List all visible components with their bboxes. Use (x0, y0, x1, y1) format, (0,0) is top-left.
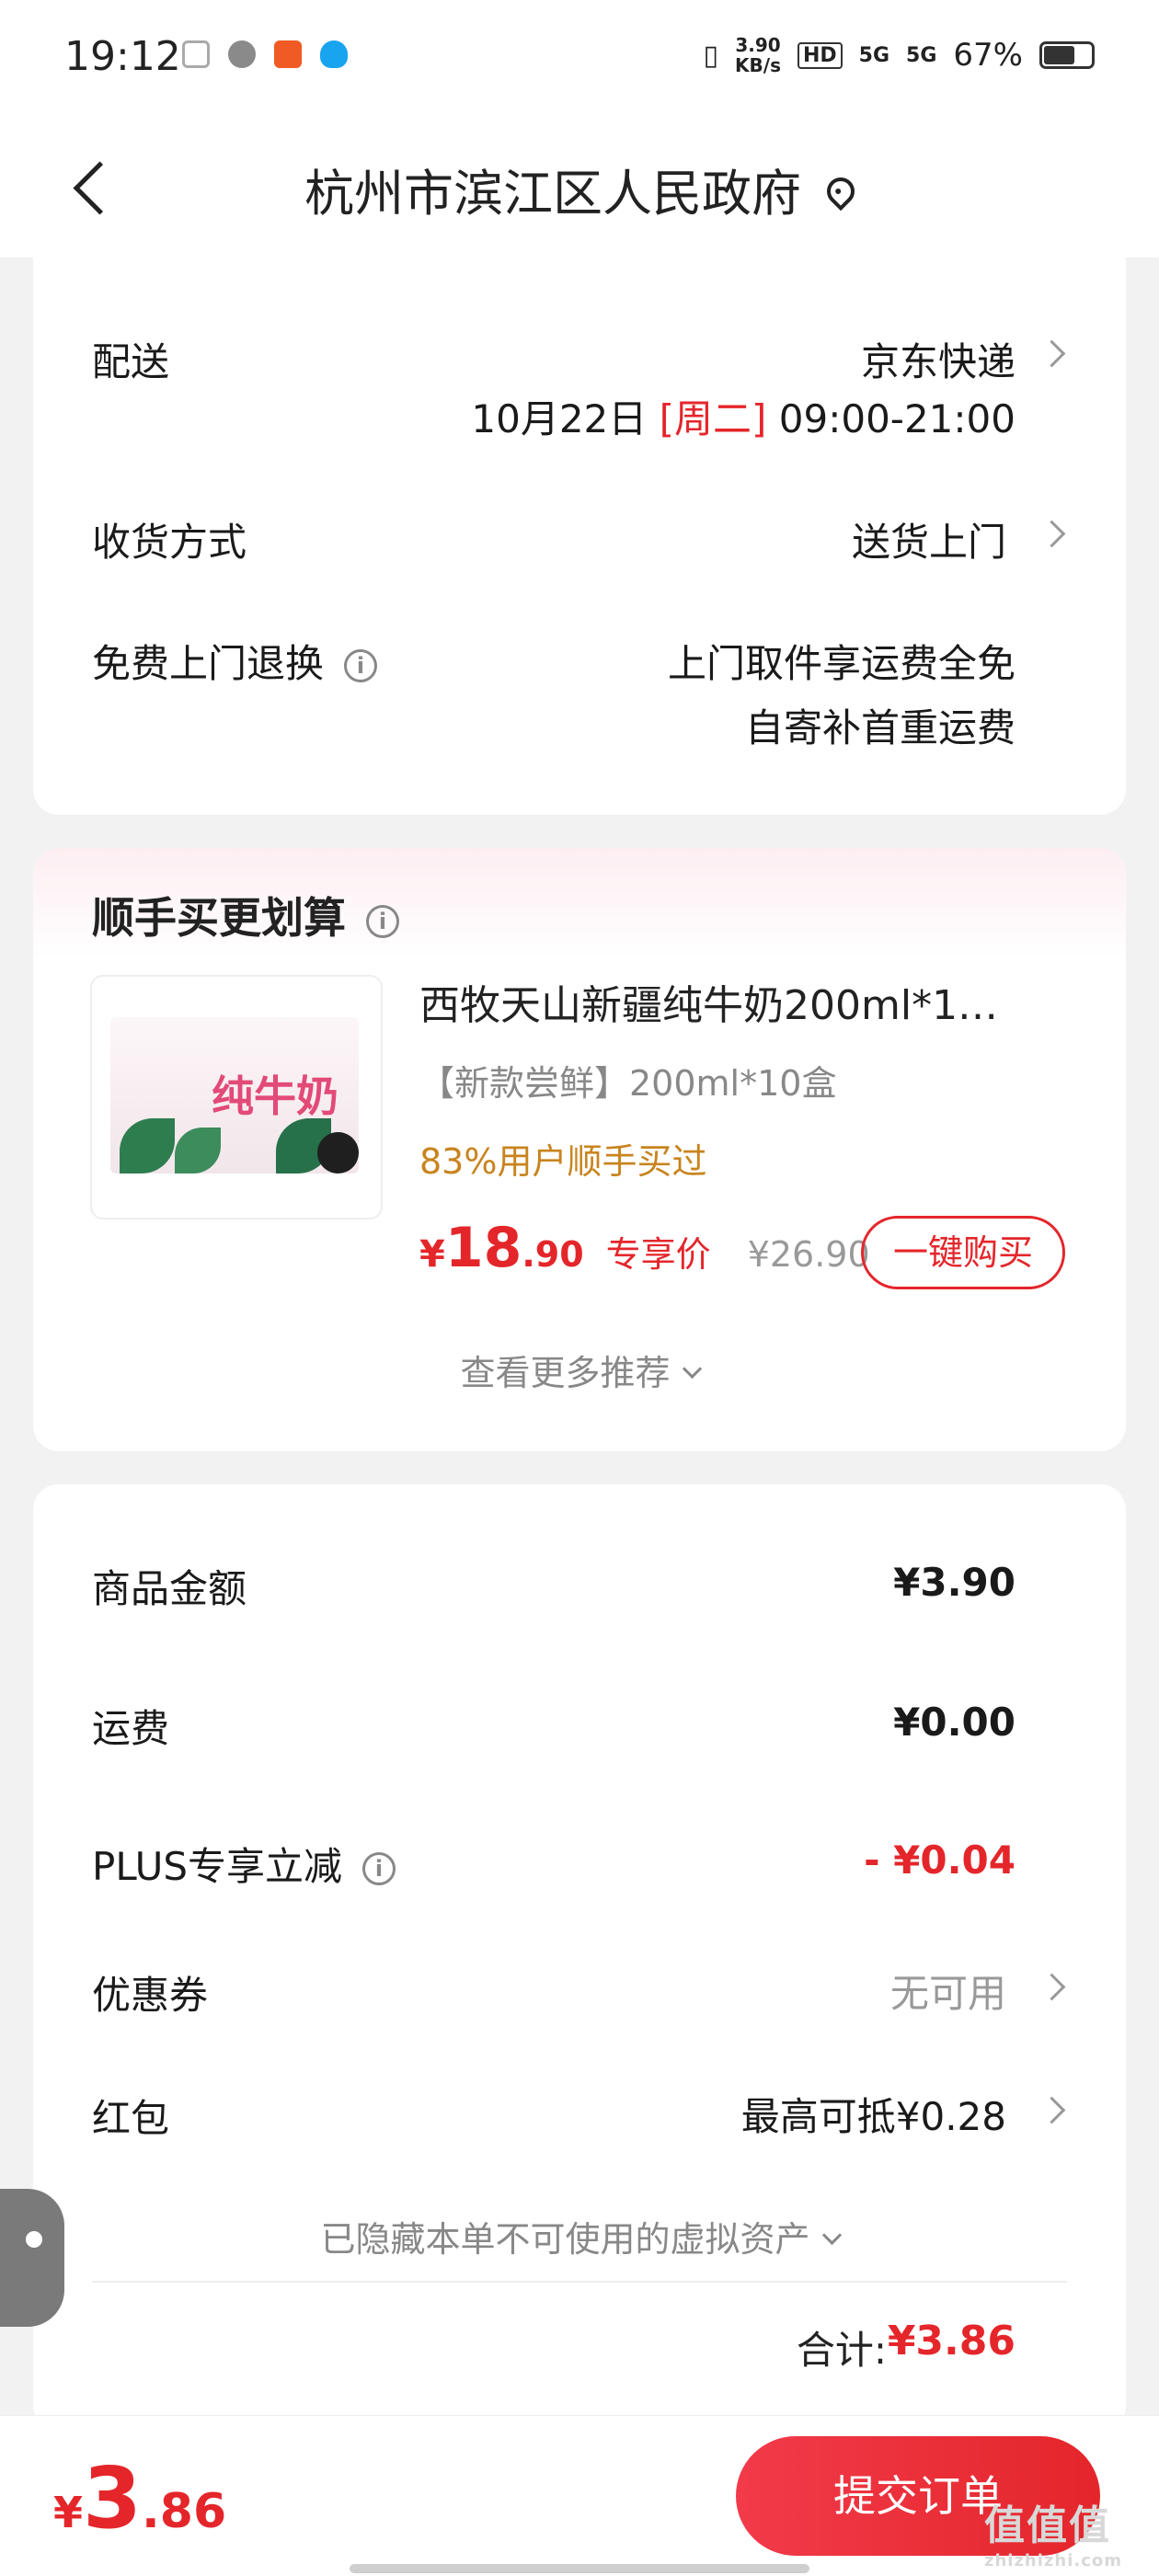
chevron-down-icon (682, 1358, 702, 1380)
price-decimal: .90 (522, 1234, 584, 1275)
free-return-label-text: 免费上门退换 (92, 641, 325, 686)
receive-method-label: 收货方式 (92, 520, 247, 565)
watermark-text: 值值值 (983, 2502, 1111, 2549)
home-indicator[interactable] (350, 2564, 809, 2573)
qq-icon (320, 40, 348, 68)
chevron-right-icon[interactable] (1038, 520, 1066, 548)
product-spec: 【新款尝鲜】200ml*10盒 (419, 1063, 837, 1104)
plus-discount-label: PLUS专享立减 i (92, 1836, 396, 1892)
product-price: ¥ 18 .90 专享价 ¥26.90 (419, 1216, 870, 1280)
milk-box-image: 纯牛奶 (110, 1017, 359, 1174)
plus-discount-value: - ¥0.04 (864, 1838, 1016, 1883)
chevron-down-icon (821, 2225, 842, 2246)
free-return-line2: 自寄补首重运费 (744, 705, 1016, 750)
status-bar: 19:12 ▯ 3.90 KB/s HD 5G 5G 67% (0, 0, 1159, 120)
chevron-right-icon[interactable] (1038, 339, 1066, 368)
recommend-title: 顺手买更划算 i (92, 885, 399, 945)
battery-percent: 67% (953, 37, 1023, 74)
delivery-label: 配送 (92, 339, 170, 384)
notification-icons (182, 40, 348, 68)
taobao-icon (274, 40, 302, 68)
original-price: ¥26.90 (747, 1234, 870, 1275)
price-symbol: ¥ (419, 1233, 445, 1276)
info-icon[interactable]: i (362, 1852, 396, 1885)
milk-box-label: 纯牛奶 (212, 1071, 339, 1121)
hd-icon: HD (797, 41, 843, 69)
address-title[interactable]: 杭州市滨江区人民政府 (0, 153, 1159, 225)
bottom-price-integer: 3 (83, 2449, 143, 2547)
shipping-label: 运费 (92, 1706, 170, 1751)
product-name[interactable]: 西牧天山新疆纯牛奶200ml*1… (419, 972, 1063, 1031)
info-icon[interactable]: i (366, 905, 399, 938)
delivery-time-window: 09:00-21:00 (778, 396, 1016, 441)
summary-card: 商品金额 ¥3.90 运费 ¥0.00 PLUS专享立减 i - ¥0.04 优惠… (33, 1484, 1126, 2432)
product-image[interactable]: 纯牛奶 (90, 975, 383, 1219)
total-label: 合计: (796, 2328, 887, 2373)
address-title-text: 杭州市滨江区人民政府 (304, 165, 801, 223)
delivery-time[interactable]: 10月22日 [周二] 09:00-21:00 (471, 388, 1016, 444)
floating-assistant-button[interactable] (0, 2189, 64, 2327)
receive-method-value[interactable]: 送货上门 (852, 511, 1006, 567)
hidden-assets-text: 已隐藏本单不可使用的虚拟资产 (320, 2219, 810, 2260)
redpack-value[interactable]: 最高可抵¥0.28 (741, 2086, 1006, 2142)
product-buyers: 83%用户顺手买过 (419, 1141, 707, 1182)
divider (92, 2281, 1067, 2283)
info-icon[interactable]: i (344, 649, 378, 682)
chevron-right-icon[interactable] (1038, 2096, 1066, 2124)
chevron-right-icon[interactable] (1038, 1973, 1066, 2001)
status-time: 19:12 (64, 33, 181, 80)
recommend-card: 顺手买更划算 i 纯牛奶 西牧天山新疆纯牛奶200ml*1… 【新款尝鲜】200m… (33, 848, 1126, 1451)
shipping-value: ¥0.00 (893, 1700, 1016, 1745)
plus-discount-label-text: PLUS专享立减 (92, 1844, 343, 1889)
net-speed: 3.90 KB/s (735, 35, 781, 75)
gallery-icon (182, 40, 210, 68)
goods-amount-value: ¥3.90 (893, 1560, 1016, 1605)
redpack-label: 红包 (92, 2096, 170, 2141)
watermark-url: zhizhizhi.com (983, 2551, 1122, 2570)
battery-icon (1039, 41, 1095, 69)
status-right: ▯ 3.90 KB/s HD 5G 5G 67% (704, 35, 1095, 75)
watermark-logo: 值值值 zhizhizhi.com (984, 2492, 1122, 2570)
location-pin-icon (820, 171, 861, 212)
total-value: ¥3.86 (887, 2318, 1016, 2364)
net-speed-unit: KB/s (735, 54, 781, 76)
hidden-assets-toggle[interactable]: 已隐藏本单不可使用的虚拟资产 (33, 2211, 1126, 2261)
delivery-date: 10月22日 (471, 396, 648, 441)
coupon-label: 优惠券 (92, 1973, 209, 2018)
bottom-total-price: ¥ 3 .86 (53, 2449, 226, 2547)
goods-amount-label: 商品金额 (92, 1566, 247, 1611)
delivery-card: 配送 京东快递 10月22日 [周二] 09:00-21:00 收货方式 送货上… (33, 248, 1126, 815)
signal-5g-1: 5G (858, 43, 890, 67)
delivery-carrier[interactable]: 京东快递 (861, 331, 1016, 387)
bottom-price-decimal: .86 (142, 2484, 227, 2539)
delivery-weekday: [周二] (659, 396, 767, 441)
wechat-icon (228, 40, 256, 68)
free-return-label: 免费上门退换 i (92, 633, 378, 689)
exclusive-price-tag: 专享价 (605, 1234, 711, 1275)
coupon-value[interactable]: 无可用 (890, 1963, 1006, 2019)
more-recommend-link[interactable]: 查看更多推荐 (33, 1345, 1126, 1395)
page-header: 杭州市滨江区人民政府 (0, 120, 1159, 258)
recommend-title-text: 顺手买更划算 (92, 893, 346, 943)
bottom-price-symbol: ¥ (53, 2488, 84, 2537)
vibrate-icon: ▯ (703, 39, 719, 72)
one-click-buy-button[interactable]: 一键购买 (861, 1216, 1065, 1289)
price-integer: 18 (444, 1216, 522, 1280)
signal-5g-2: 5G (906, 43, 937, 67)
free-return-line1: 上门取件享运费全免 (667, 641, 1016, 686)
net-speed-value: 3.90 (735, 34, 781, 56)
more-recommend-text: 查看更多推荐 (460, 1353, 671, 1393)
